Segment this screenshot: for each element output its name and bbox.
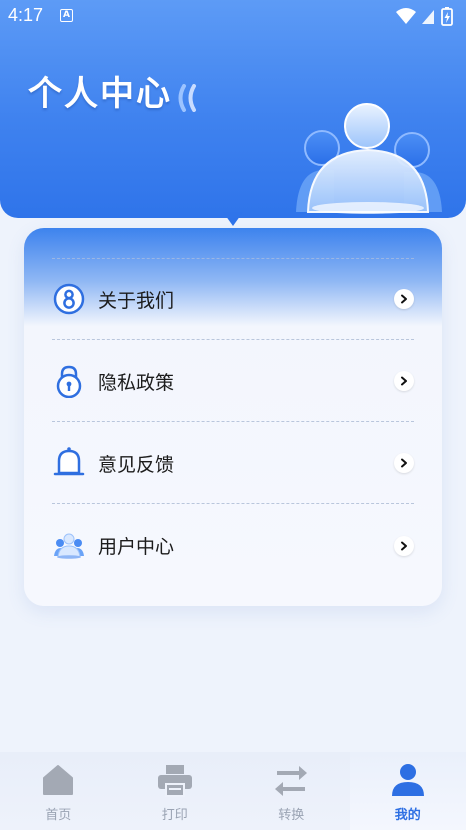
nav-item-home[interactable]: 首页 (0, 752, 117, 830)
users-illustration-icon (294, 100, 444, 222)
about-icon (52, 282, 86, 316)
signal-icon (422, 10, 434, 24)
chevron-right-icon (394, 453, 414, 473)
nav-item-convert[interactable]: 转换 (233, 752, 350, 830)
nav-label-convert: 转换 (278, 808, 305, 823)
menu-label-about: 关于我们 (98, 289, 175, 312)
wifi-icon (396, 8, 416, 24)
lock-icon (52, 364, 86, 398)
nav-label-home: 首页 (45, 808, 72, 823)
status-bar: 4:17 A (0, 0, 466, 32)
battery-icon (441, 7, 453, 26)
nav-label-print: 打印 (161, 808, 188, 823)
menu-label-feedback: 意见反馈 (98, 453, 175, 476)
menu-card: 关于我们 隐私政策 意见反馈 用户中心 (24, 228, 442, 606)
nav-item-print[interactable]: 打印 (117, 752, 234, 830)
header-pointer (223, 212, 243, 226)
menu-label-privacy: 隐私政策 (98, 371, 175, 394)
status-time: 4:17 (8, 5, 44, 25)
nav-item-mine[interactable]: 我的 (349, 752, 466, 830)
users-icon (52, 529, 86, 563)
page-title: 个人中心 (28, 74, 172, 114)
menu-label-user-center: 用户中心 (98, 536, 175, 558)
chevron-right-icon (394, 535, 414, 556)
convert-icon (273, 762, 309, 798)
bell-icon (52, 446, 86, 480)
menu-item-feedback[interactable]: 意见反馈 (52, 423, 414, 504)
user-icon (390, 762, 426, 798)
printer-icon (157, 762, 193, 798)
chevron-right-icon (394, 371, 414, 391)
system-status-icons (394, 6, 458, 31)
bottom-nav: 首页 打印 转换 我的 (0, 752, 466, 830)
menu-item-user-center[interactable]: 用户中心 (52, 505, 414, 586)
home-icon (40, 762, 76, 798)
chevron-right-icon (394, 289, 414, 309)
menu-item-about[interactable]: 关于我们 (52, 259, 414, 340)
title-decoration (176, 84, 202, 116)
notification-badge: A (60, 9, 73, 22)
menu-item-privacy[interactable]: 隐私政策 (52, 341, 414, 422)
nav-label-mine: 我的 (394, 808, 421, 823)
